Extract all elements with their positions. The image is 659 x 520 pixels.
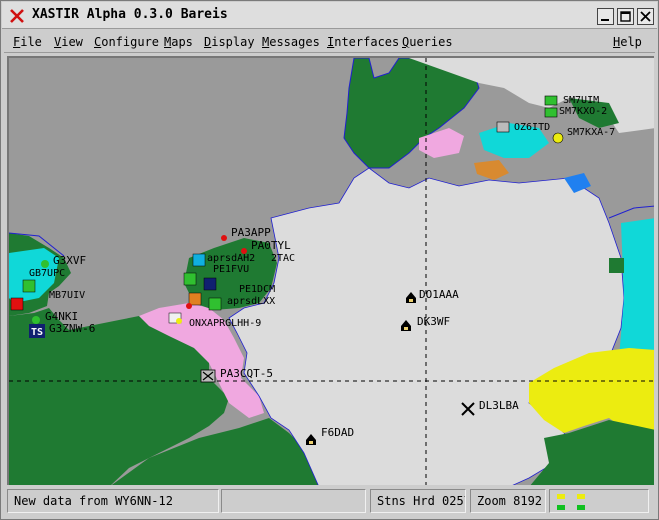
station-oz6itd[interactable]: OZ6ITD: [496, 121, 550, 133]
yellow-icon: [552, 132, 564, 144]
menu-configure[interactable]: Configure: [94, 35, 159, 49]
menu-messages-label: essages: [269, 35, 320, 49]
menu-queries-label: ueries: [409, 35, 453, 49]
menu-maps[interactable]: Maps: [164, 35, 193, 49]
window-title: XASTIR Alpha 0.3.0 Bareis: [32, 7, 228, 22]
menu-configure-label: onfigure: [101, 35, 160, 49]
status-bar: New data from WY6NN-12 Stns Hrd 02576 Zo…: [4, 487, 655, 517]
menu-display-label: isplay: [211, 35, 255, 49]
menu-messages[interactable]: Messages: [262, 35, 320, 49]
house-door-icon: [409, 299, 413, 302]
station-label: PA0TYL: [251, 239, 291, 252]
tcpip-icon: [208, 297, 222, 311]
menu-file-label: ile: [20, 35, 42, 49]
station-label: SM7UIM: [563, 95, 599, 106]
station-label: OZ6ITD: [514, 122, 550, 133]
tcpip-icon: [192, 253, 206, 267]
cluster-label: MB7UIV: [49, 290, 85, 301]
red-square-icon: [10, 297, 24, 311]
car-icon: [188, 292, 202, 306]
tcpip-icon: [32, 316, 40, 324]
station-label: DK3WF: [417, 315, 450, 328]
menu-help[interactable]: Help: [613, 35, 642, 49]
station-label: PA3APP: [231, 226, 271, 239]
house-door-icon: [309, 441, 313, 444]
xastir-app-icon[interactable]: [9, 8, 25, 24]
station-label: G3ZNW-6: [49, 322, 95, 335]
interface-rx-lamp-2: [577, 505, 585, 510]
station-label: F6DAD: [321, 426, 354, 439]
menu-queries[interactable]: Queries: [402, 35, 453, 49]
menu-help-label: elp: [620, 35, 642, 49]
house-door-icon: [404, 327, 408, 330]
yellow-icon: [176, 318, 182, 324]
close-icon: [640, 11, 651, 22]
station-sm7uim[interactable]: SM7UIM: [544, 95, 599, 106]
menu-view[interactable]: View: [54, 35, 83, 49]
red-dot-icon: [186, 303, 192, 309]
digipeater-icon: [496, 121, 510, 133]
ts-icon-text: TS: [31, 327, 43, 338]
status-blank-field: [221, 489, 366, 513]
menu-display[interactable]: Display: [204, 35, 255, 49]
station-label: SM7KXO-2: [559, 106, 607, 117]
stations-heard: Stns Hrd 02576: [370, 489, 466, 513]
poland-green-patch: [609, 258, 624, 273]
cluster-label: GB7UPC: [29, 268, 65, 279]
status-message: New data from WY6NN-12: [7, 489, 219, 513]
maximize-icon: [620, 11, 631, 22]
cluster-label: PE1DCM: [239, 284, 275, 295]
menu-file[interactable]: File: [13, 35, 42, 49]
tcpip-icon: [41, 260, 49, 268]
minimize-button[interactable]: [597, 8, 614, 25]
title-bar[interactable]: XASTIR Alpha 0.3.0 Bareis: [2, 2, 657, 29]
car-icon: [544, 95, 558, 106]
minimize-icon: [601, 19, 609, 21]
ts-icon: [203, 277, 217, 291]
interface-tx-lamp-2: [577, 494, 585, 499]
menu-interfaces[interactable]: Interfaces: [327, 35, 399, 49]
map-canvas[interactable]: DO1AAA DK3WF DL3LBA F6DAD PA3CQT-5 PA3AP…: [7, 56, 654, 485]
tcpip-icon: [22, 279, 36, 293]
car-icon: [544, 107, 558, 118]
station-label: DO1AAA: [419, 288, 459, 301]
interface-lamps: [549, 489, 649, 513]
menu-maps-label: aps: [171, 35, 193, 49]
station-label: SM7KXA-7: [567, 127, 615, 138]
interface-rx-lamp-1: [557, 505, 565, 510]
map-drawing[interactable]: DO1AAA DK3WF DL3LBA F6DAD PA3CQT-5 PA3AP…: [9, 58, 654, 485]
station-label: G3XVF: [53, 254, 86, 267]
close-button[interactable]: [637, 8, 654, 25]
poland-landmass: [619, 218, 654, 368]
interface-tx-lamp-1: [557, 494, 565, 499]
cluster-label: 2TAC: [271, 253, 295, 264]
station-label: PA3CQT-5: [220, 367, 273, 380]
cluster-label: PE1FVU: [213, 264, 249, 275]
cluster-label: ONXAPRGLHH-9: [189, 318, 261, 329]
tcpip-icon: [183, 272, 197, 286]
cluster-label: aprsdLXX: [227, 296, 275, 307]
maximize-button[interactable]: [617, 8, 634, 25]
menu-bar: File View Configure Maps Display Message…: [4, 31, 655, 53]
menu-view-label: iew: [61, 35, 83, 49]
cluster-label: aprsdAH2: [207, 253, 255, 264]
menu-interfaces-label: nterfaces: [334, 35, 400, 49]
zoom-level: Zoom 8192: [470, 489, 546, 513]
station-label: DL3LBA: [479, 399, 519, 412]
red-dot-icon: [221, 235, 227, 241]
xastir-window: XASTIR Alpha 0.3.0 Bareis File View Conf…: [0, 0, 659, 520]
